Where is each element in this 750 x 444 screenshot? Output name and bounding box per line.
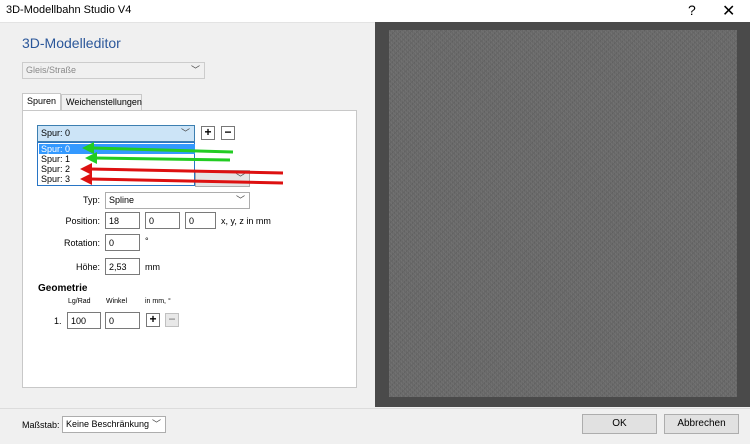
scale-select[interactable]: Keine Beschränkung ﹀ [62, 416, 166, 433]
position-y-input[interactable] [145, 212, 180, 229]
scale-label: Maßstab: [22, 420, 60, 430]
chevron-down-icon: ﹀ [180, 128, 190, 138]
scale-value: Keine Beschränkung [66, 419, 150, 429]
model-type-select[interactable]: Gleis/Straße ﹀ [22, 62, 205, 79]
position-x-input[interactable] [105, 212, 140, 229]
position-label: Position: [65, 216, 100, 226]
close-button[interactable]: ✕ [722, 1, 735, 21]
chevron-down-icon: ﹀ [235, 195, 245, 205]
model-type-value: Gleis/Straße [26, 65, 77, 75]
typ-label: Typ: [82, 195, 100, 205]
geometry-length-input[interactable] [67, 312, 101, 329]
rotation-input[interactable] [105, 234, 140, 251]
cancel-button[interactable]: Abbrechen [664, 414, 739, 434]
rotation-label: Rotation: [63, 238, 100, 248]
track-dropdown-list: Spur: 0 Spur: 1 Spur: 2 Spur: 3 [37, 142, 195, 186]
window-title: 3D-Modellbahn Studio V4 [6, 4, 132, 16]
geometry-title: Geometrie [38, 283, 88, 294]
obscured-select[interactable]: ﹀ [195, 170, 250, 187]
position-z-input[interactable] [185, 212, 216, 229]
add-track-button[interactable]: + [201, 126, 215, 140]
geometry-col-length: Lg/Rad [68, 298, 91, 305]
track-select[interactable]: Spur: 0 ﹀ [37, 125, 195, 142]
title-bar: 3D-Modellbahn Studio V4 ? ✕ [0, 0, 750, 23]
track-option-1[interactable]: Spur: 1 [39, 154, 195, 164]
help-button[interactable]: ? [688, 2, 696, 18]
geometry-col-angle: Winkel [106, 298, 128, 305]
preview-viewport[interactable] [389, 30, 737, 397]
geometry-angle-input[interactable] [105, 312, 140, 329]
height-input[interactable] [105, 258, 140, 275]
position-unit: x, y, z in mm [221, 216, 271, 226]
geometry-add-button[interactable]: + [146, 313, 160, 327]
geometry-col-unit: in mm, ° [145, 298, 171, 305]
track-option-3[interactable]: Spur: 3 [39, 174, 195, 184]
ok-button[interactable]: OK [582, 414, 657, 434]
remove-track-button[interactable]: − [221, 126, 235, 140]
geometry-remove-button[interactable]: − [165, 313, 179, 327]
typ-value: Spline [109, 195, 135, 205]
track-select-value: Spur: 0 [41, 128, 71, 138]
track-option-2[interactable]: Spur: 2 [39, 164, 195, 174]
track-option-0[interactable]: Spur: 0 [39, 144, 195, 154]
typ-select[interactable]: Spline ﹀ [105, 192, 250, 209]
height-label: Höhe: [75, 262, 100, 272]
tab-weichenstellungen[interactable]: Weichenstellungen [61, 94, 142, 110]
geometry-row-index: 1. [54, 316, 62, 326]
chevron-down-icon: ﹀ [190, 65, 200, 75]
chevron-down-icon: ﹀ [235, 173, 245, 183]
editor-heading: 3D-Modelleditor [22, 35, 121, 51]
height-unit: mm [145, 262, 160, 272]
tab-spuren[interactable]: Spuren [22, 93, 61, 111]
rotation-unit: ° [145, 236, 149, 246]
chevron-down-icon: ﹀ [151, 419, 161, 429]
